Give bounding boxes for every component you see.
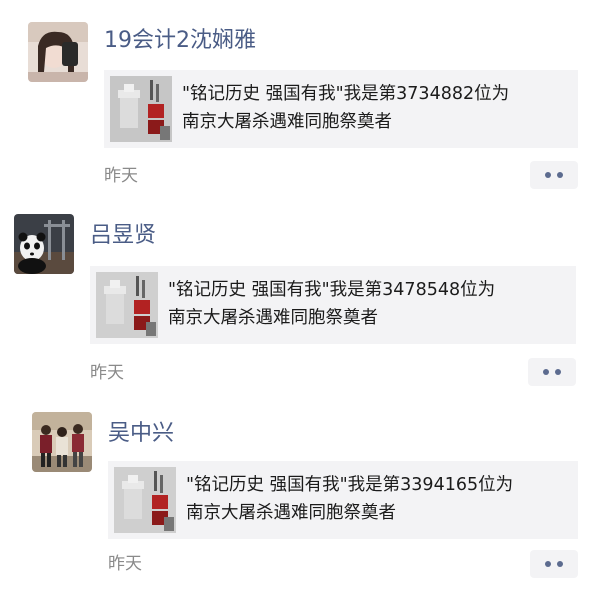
more-dots-icon	[543, 369, 549, 375]
moments-feed: 19会计2沈娴雅 "铭记历史 强国有我"我是第3734882位为 南京大屠杀遇难…	[0, 0, 600, 600]
avatar[interactable]	[28, 22, 88, 82]
post-timestamp: 昨天	[90, 363, 124, 383]
avatar[interactable]	[14, 214, 74, 274]
shared-link-title: "铭记历史 强国有我"我是第3734882位为 南京大屠杀遇难同胞祭奠者	[182, 80, 570, 136]
shared-link-title: "铭记历史 强国有我"我是第3394165位为 南京大屠杀遇难同胞祭奠者	[186, 471, 570, 527]
more-actions-button[interactable]	[530, 161, 578, 189]
more-actions-button[interactable]	[528, 358, 576, 386]
username[interactable]: 19会计2沈娴雅	[104, 27, 256, 55]
more-dots-icon	[545, 172, 551, 178]
share-title-line: 南京大屠杀遇难同胞祭奠者	[186, 503, 396, 523]
avatar-girl-photo-icon	[28, 22, 88, 82]
memorial-poster-thumbnail-icon	[114, 467, 176, 533]
more-actions-button[interactable]	[530, 550, 578, 578]
moment-post: 吴中兴 "铭记历史 强国有我"我是第3394165位为 南京大屠杀遇难同胞祭奠者	[0, 400, 600, 600]
shared-link-card[interactable]: "铭记历史 强国有我"我是第3478548位为 南京大屠杀遇难同胞祭奠者	[90, 266, 576, 344]
share-title-line: "铭记历史 强国有我"我是第3478548位为	[168, 280, 496, 300]
username[interactable]: 吴中兴	[108, 420, 174, 448]
share-title-line: "铭记历史 强国有我"我是第3394165位为	[186, 475, 514, 495]
more-dots-icon	[545, 561, 551, 567]
share-title-line: 南京大屠杀遇难同胞祭奠者	[168, 308, 378, 328]
avatar[interactable]	[32, 412, 92, 472]
avatar-panda-photo-icon	[14, 214, 74, 274]
moment-post: 19会计2沈娴雅 "铭记历史 强国有我"我是第3734882位为 南京大屠杀遇难…	[0, 0, 600, 200]
more-dots-icon	[557, 172, 563, 178]
shared-link-title: "铭记历史 强国有我"我是第3478548位为 南京大屠杀遇难同胞祭奠者	[168, 276, 568, 332]
post-timestamp: 昨天	[108, 554, 142, 574]
memorial-poster-thumbnail-icon	[110, 76, 172, 142]
post-timestamp: 昨天	[104, 166, 138, 186]
memorial-poster-thumbnail-icon	[96, 272, 158, 338]
more-dots-icon	[557, 561, 563, 567]
shared-link-card[interactable]: "铭记历史 强国有我"我是第3734882位为 南京大屠杀遇难同胞祭奠者	[104, 70, 578, 148]
shared-link-card[interactable]: "铭记历史 强国有我"我是第3394165位为 南京大屠杀遇难同胞祭奠者	[108, 461, 578, 539]
avatar-group-photo-icon	[32, 412, 92, 472]
share-title-line: 南京大屠杀遇难同胞祭奠者	[182, 112, 392, 132]
share-title-line: "铭记历史 强国有我"我是第3734882位为	[182, 84, 510, 104]
more-dots-icon	[555, 369, 561, 375]
moment-post: 吕昱贤 "铭记历史 强国有我"我是第3478548位为 南京大屠杀遇难同胞祭奠者	[0, 200, 600, 400]
username[interactable]: 吕昱贤	[90, 222, 156, 250]
